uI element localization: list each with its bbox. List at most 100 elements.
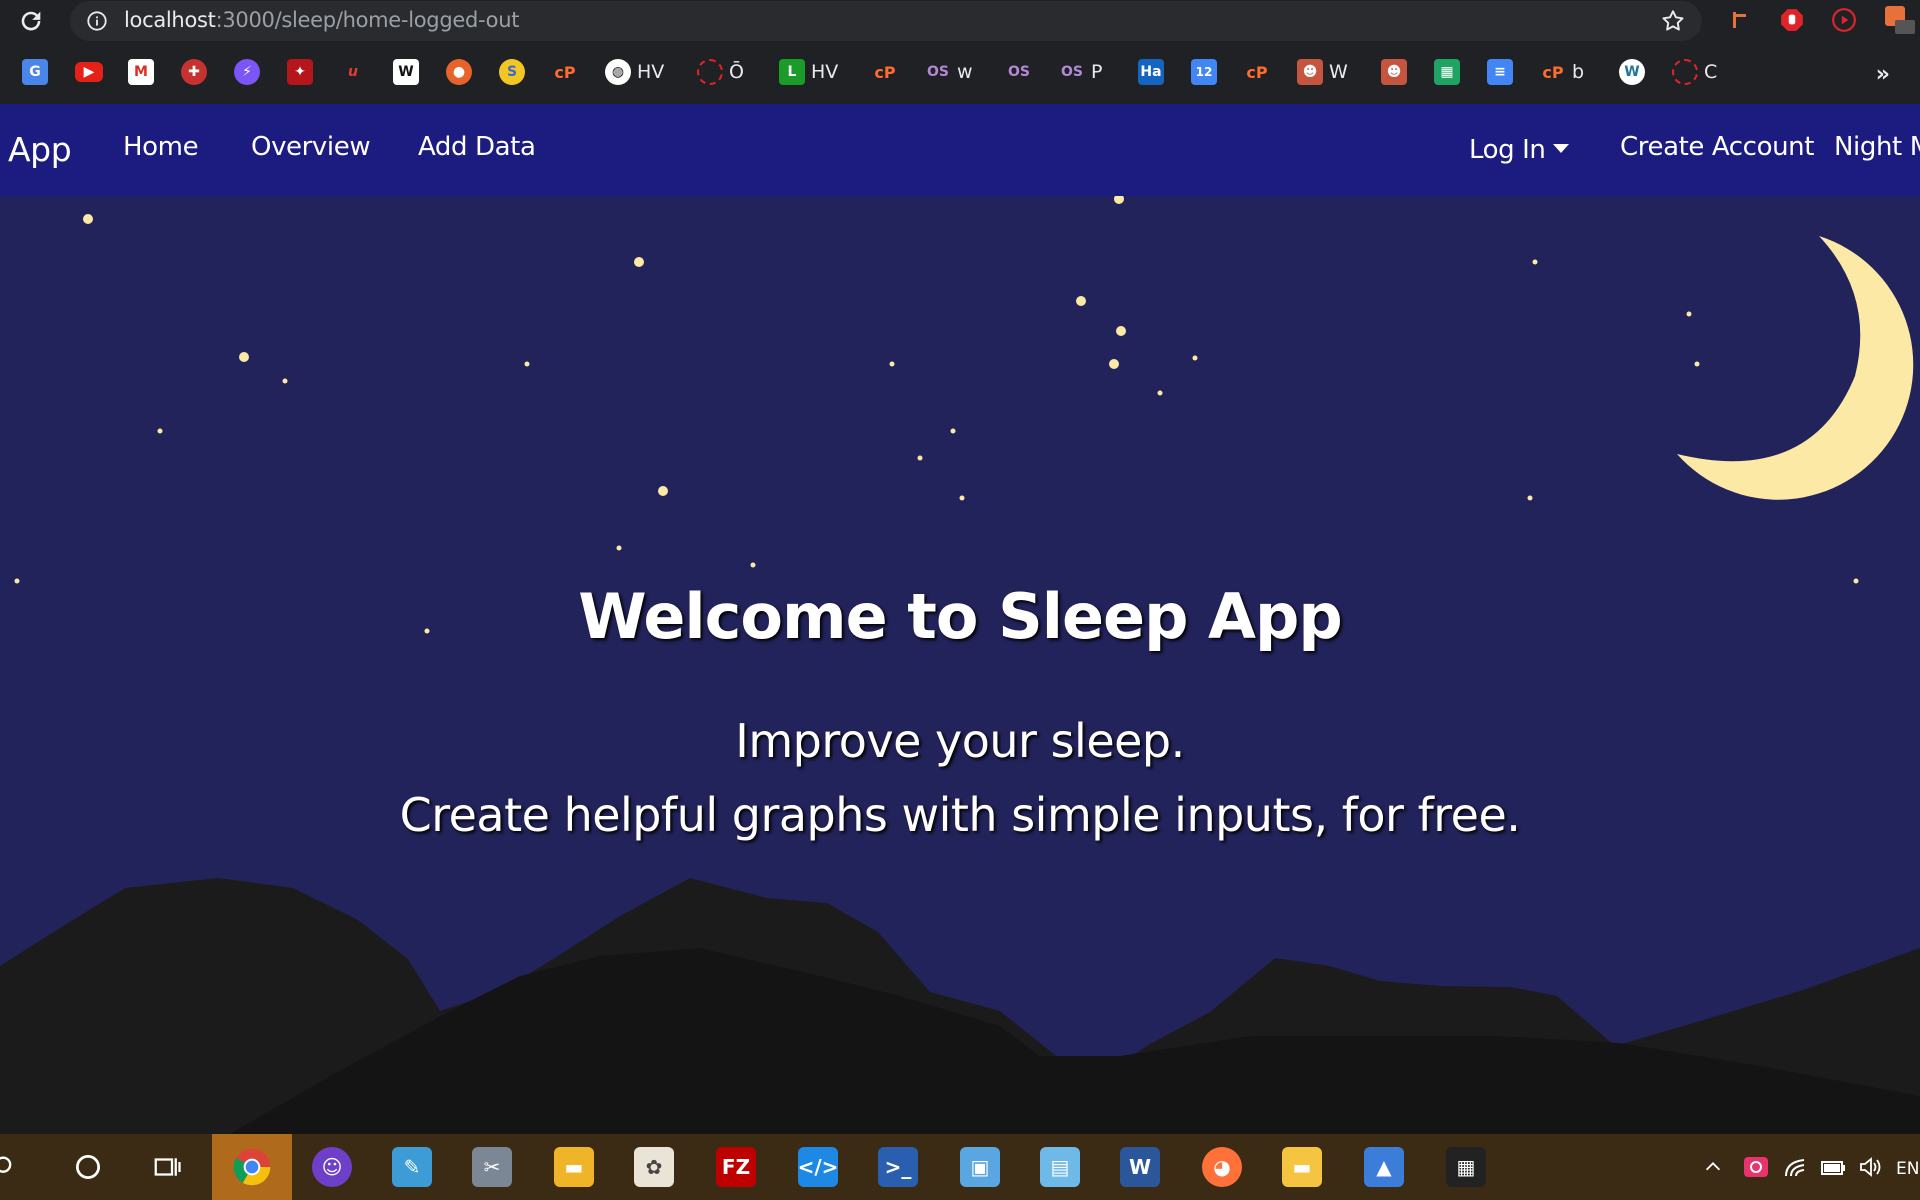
language-indicator: EN xyxy=(1896,1159,1920,1179)
bookmark-item[interactable]: OS w xyxy=(925,58,973,86)
adblock-icon[interactable] xyxy=(1778,6,1806,34)
bookmark-item[interactable]: u xyxy=(340,58,366,86)
reload-button[interactable] xyxy=(14,4,48,38)
paint-icon: ✿ xyxy=(634,1147,674,1187)
bookmark-item[interactable]: OS P xyxy=(1059,58,1102,86)
bookmark-item[interactable]: S xyxy=(499,58,525,86)
notepad-icon: ✎ xyxy=(392,1147,432,1187)
tray-language-button[interactable]: EN xyxy=(1896,1156,1919,1182)
bookmarks-overflow-button[interactable]: » xyxy=(1876,62,1890,87)
tray-creative-cloud-button[interactable] xyxy=(1743,1154,1769,1180)
os-icon: OS xyxy=(1061,64,1083,80)
gmail-icon: M xyxy=(128,59,154,85)
taskbar-notepad2-button[interactable]: ▤ xyxy=(1020,1134,1100,1200)
bookmark-item[interactable]: ✦ xyxy=(287,58,313,86)
taskbar-chrome-button[interactable] xyxy=(212,1134,292,1200)
bookmark-item[interactable]: W xyxy=(393,58,419,86)
bookmark-label: C xyxy=(1704,61,1718,83)
avatar-icon: ☻ xyxy=(1381,59,1407,85)
bookmark-item[interactable]: cP xyxy=(872,58,898,86)
tray-overflow-button[interactable] xyxy=(1702,1154,1724,1180)
taskbar-vscode-button[interactable]: </> xyxy=(778,1134,858,1200)
bookmark-label: HV xyxy=(637,61,665,83)
file-explorer-icon: ▬ xyxy=(554,1147,594,1187)
bookmark-item[interactable]: cP b xyxy=(1540,58,1584,86)
bookmark-item[interactable]: ☻ W xyxy=(1297,58,1348,86)
browser-chrome: localhost:3000/sleep/home-logged-out G ▶… xyxy=(0,0,1920,104)
bookmark-item[interactable]: ⚡ xyxy=(234,58,260,86)
sheets-icon: ▦ xyxy=(1434,59,1460,85)
bookmark-item[interactable]: ▦ xyxy=(1434,58,1460,86)
nav-overview-link[interactable]: Overview xyxy=(251,132,371,162)
docs-icon: ≡ xyxy=(1487,59,1513,85)
letter-l-icon: L xyxy=(779,59,805,85)
bookmark-item[interactable]: ◍ HV xyxy=(605,58,664,86)
taskbar-folder-button[interactable]: ▬ xyxy=(1262,1134,1342,1200)
night-mode-toggle[interactable]: Night M xyxy=(1834,132,1920,162)
taskbar-word-button[interactable]: W xyxy=(1100,1134,1180,1200)
record-extension-icon[interactable] xyxy=(1830,6,1858,34)
taskbar-firefox-button[interactable]: ◕ xyxy=(1182,1134,1262,1200)
brand-link[interactable]: App xyxy=(8,130,72,169)
bookmark-item[interactable]: 12 xyxy=(1191,58,1217,86)
bookmark-item[interactable]: ☻ xyxy=(1381,58,1407,86)
tray-wifi-button[interactable] xyxy=(1784,1154,1808,1180)
bookmark-item[interactable]: cP xyxy=(1244,58,1270,86)
avatar-icon: ☻ xyxy=(1297,59,1323,85)
bookmark-item[interactable]: ✚ xyxy=(181,58,207,86)
pdf-off-extension-icon[interactable] xyxy=(1882,6,1916,34)
nav-add-data-link[interactable]: Add Data xyxy=(418,132,536,162)
taskbar-control-panel-button[interactable]: ▣ xyxy=(940,1134,1020,1200)
taskbar-github-desktop-button[interactable]: ☺ xyxy=(292,1134,372,1200)
site-icon: ✚ xyxy=(181,59,207,85)
taskbar-search-button[interactable] xyxy=(0,1134,32,1200)
terminal-icon: ▦ xyxy=(1446,1147,1486,1187)
bookmark-item[interactable]: Ō xyxy=(697,58,744,86)
bookmark-label: Ō xyxy=(729,61,744,83)
bookmark-item[interactable]: ≡ xyxy=(1487,58,1513,86)
bookmark-item[interactable]: cP xyxy=(552,58,578,86)
taskbar-filezilla-button[interactable]: FZ xyxy=(696,1134,776,1200)
loading-icon xyxy=(697,59,723,85)
info-icon[interactable] xyxy=(86,10,108,32)
taskbar-task-view-button[interactable] xyxy=(127,1134,207,1200)
bookmark-item[interactable]: Ha xyxy=(1138,58,1164,86)
url-text[interactable]: localhost:3000/sleep/home-logged-out xyxy=(124,8,519,32)
bookmark-star-icon[interactable] xyxy=(1660,8,1686,34)
bookmark-item[interactable]: W xyxy=(1619,58,1645,86)
taskbar-cortana-button[interactable] xyxy=(48,1134,128,1200)
bookmark-item[interactable]: C xyxy=(1672,58,1717,86)
login-label: Log In xyxy=(1469,135,1546,165)
taskbar-paint-button[interactable]: ✿ xyxy=(614,1134,694,1200)
taskbar-photos-button[interactable]: ▲ xyxy=(1344,1134,1424,1200)
ha-icon: Ha xyxy=(1138,59,1164,85)
taskbar-powershell-button[interactable]: >_ xyxy=(858,1134,938,1200)
bookmark-item[interactable]: G xyxy=(22,58,48,86)
firefox-icon: ◕ xyxy=(1202,1147,1242,1187)
taskbar-notepad-button[interactable]: ✎ xyxy=(372,1134,452,1200)
photos-icon: ▲ xyxy=(1364,1147,1404,1187)
taskbar-file-explorer-button[interactable]: ▬ xyxy=(534,1134,614,1200)
github-desktop-icon: ☺ xyxy=(312,1147,352,1187)
site-icon: W xyxy=(393,59,419,85)
taskbar-terminal-button[interactable]: ▦ xyxy=(1426,1134,1506,1200)
tray-battery-button[interactable] xyxy=(1820,1154,1848,1180)
task-view-icon xyxy=(154,1158,181,1176)
bookmark-item[interactable]: ● xyxy=(446,58,472,86)
taskbar-snip-button[interactable]: ✂ xyxy=(452,1134,532,1200)
bookmark-item[interactable]: OS xyxy=(1006,58,1032,86)
login-dropdown[interactable]: Log In xyxy=(1469,135,1570,165)
bookmark-item[interactable]: M xyxy=(128,58,154,86)
wordpress-icon: W xyxy=(1619,59,1645,85)
url-bar[interactable]: localhost:3000/sleep/home-logged-out xyxy=(70,1,1702,41)
hero-section: Welcome to Sleep App Improve your sleep.… xyxy=(0,196,1920,1134)
create-account-link[interactable]: Create Account xyxy=(1620,132,1814,162)
hero-tagline: Improve your sleep. xyxy=(735,714,1185,768)
bookmark-item[interactable]: ▶ xyxy=(75,58,103,86)
nav-home-link[interactable]: Home xyxy=(123,132,199,162)
tray-volume-button[interactable] xyxy=(1858,1154,1884,1180)
crescent-moon xyxy=(1677,236,1914,500)
bookmark-item[interactable]: L HV xyxy=(779,58,838,86)
word-icon: W xyxy=(1120,1147,1160,1187)
extension-flag-icon[interactable] xyxy=(1726,6,1754,34)
